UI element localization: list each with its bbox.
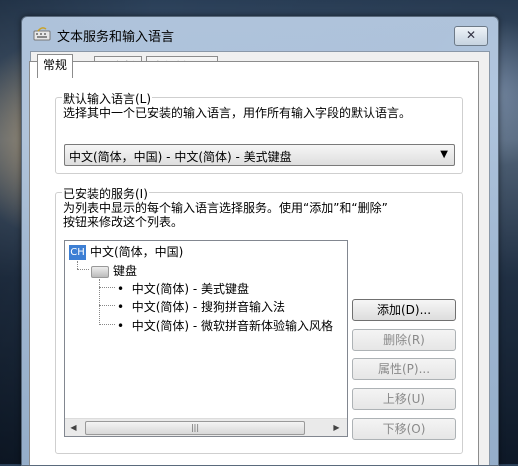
remove-button[interactable]: 删除(R) [352,329,456,351]
keyboard-app-icon [33,27,51,41]
language-badge-icon: CH [69,245,86,260]
scroll-left-icon[interactable]: ◀ [67,421,80,434]
tab-general-label[interactable]: 常规 [37,54,74,78]
scroll-right-icon[interactable]: ▶ [330,421,343,434]
add-button[interactable]: 添加(D)... [352,299,456,321]
keyboard-icon [91,265,109,278]
horizontal-scrollbar[interactable]: ◀ ||| ▶ [65,418,347,436]
default-language-select[interactable]: 中文(简体，中国) - 中文(简体) - 美式键盘 ▼ [64,144,455,166]
installed-services-legend: 已安装的服务(I) [62,185,149,202]
tree-service-item[interactable]: • 中文(简体) - 美式键盘 [117,280,249,297]
tree-service-item[interactable]: • 中文(简体) - 微软拼音新体验输入风格 [117,317,333,334]
tree-connector [99,305,115,306]
tree-connector [77,261,78,269]
installed-services-tree[interactable]: CH 中文(简体，中国) 键盘 • 中文(简体) - 美式键盘 • 中文(简体) … [64,240,348,437]
chevron-down-icon: ▼ [440,149,448,160]
window-title: 文本服务和输入语言 [57,30,175,45]
tree-service-label: 中文(简体) - 微软拼音新体验输入风格 [131,319,334,333]
tree-service-label: 中文(简体) - 美式键盘 [131,282,250,296]
tree-service-label: 中文(简体) - 搜狗拼音输入法 [131,300,286,314]
tree-category-label: 键盘 [113,264,138,278]
tree-language-label: 中文(简体，中国) [90,245,184,259]
properties-button[interactable]: 属性(P)... [352,358,456,380]
installed-services-description-1: 为列表中显示的每个输入语言选择服务。使用“添加”和“删除” [63,201,388,215]
default-language-description: 选择其中一个已安装的输入语言，用作所有输入字段的默认语言。 [63,106,412,120]
tree-category-node[interactable]: 键盘 [91,262,137,279]
default-language-selected: 中文(简体，中国) - 中文(简体) - 美式键盘 [69,150,292,164]
move-down-button[interactable]: 下移(O) [352,418,456,440]
default-language-legend: 默认输入语言(L) [62,90,153,107]
installed-services-description-2: 按钮来修改这个列表。 [63,215,184,229]
tree-language-node[interactable]: CH 中文(简体，中国) [69,243,183,260]
tree-connector [99,324,115,325]
move-up-button[interactable]: 上移(U) [352,388,456,410]
tree-connector [99,287,115,288]
close-button[interactable]: ✕ [454,26,488,46]
tree-connector [77,269,89,270]
tree-service-item[interactable]: • 中文(简体) - 搜狗拼音输入法 [117,298,285,315]
scrollbar-thumb[interactable]: ||| [85,421,305,435]
tree-connector [99,279,100,325]
title-bar: 文本服务和输入语言 ✕ [22,17,498,51]
